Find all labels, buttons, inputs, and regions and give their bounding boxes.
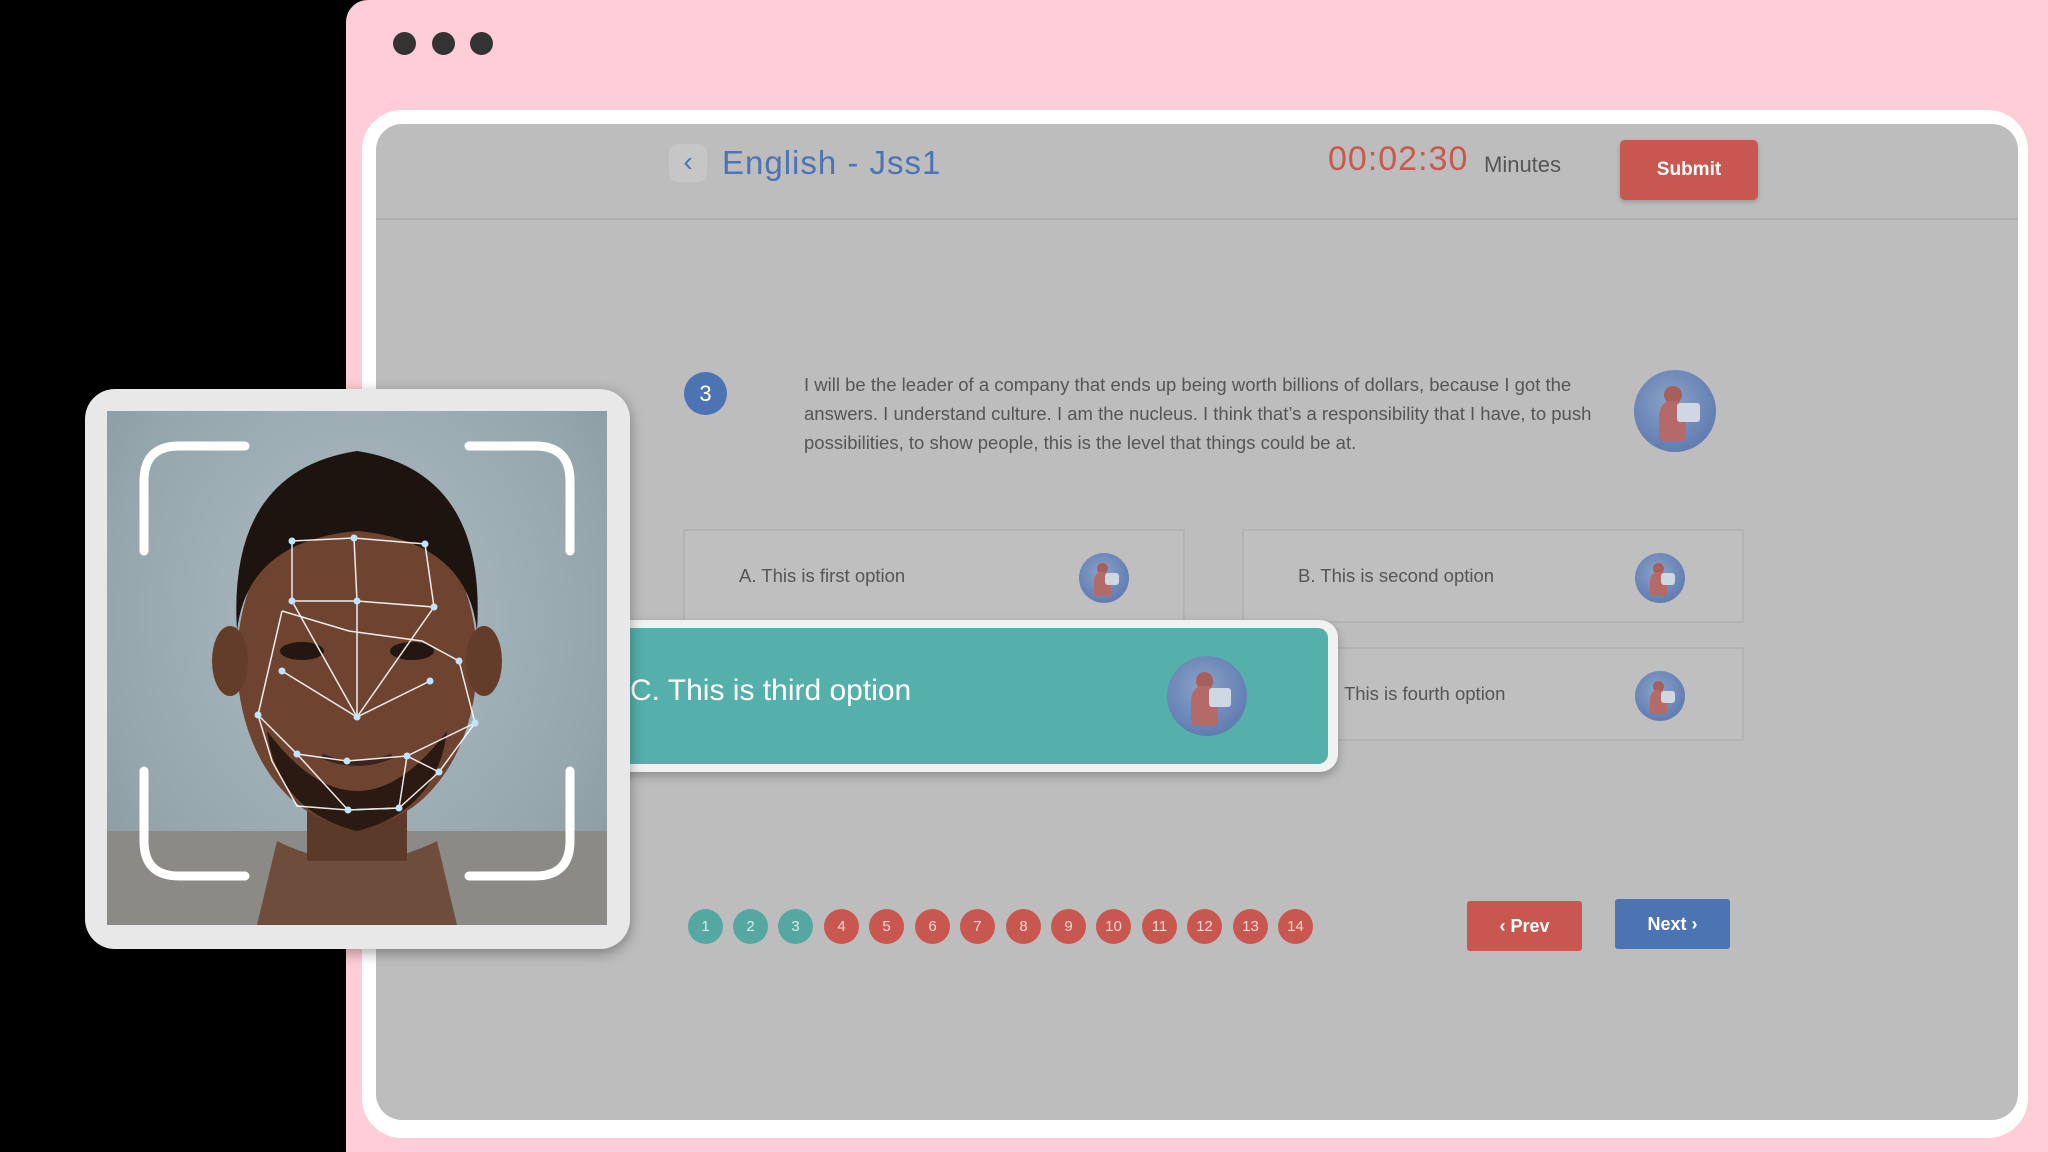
question-number-badge: 3 xyxy=(684,372,727,415)
face-scan-illustration xyxy=(107,441,607,925)
page-button-9[interactable]: 9 xyxy=(1051,909,1086,944)
page-button-13[interactable]: 13 xyxy=(1233,909,1268,944)
selected-option-label: C. This is third option xyxy=(630,674,912,707)
face-recognition-card xyxy=(85,389,630,949)
question-image xyxy=(1634,370,1716,452)
page-button-2[interactable]: 2 xyxy=(733,909,768,944)
prev-button[interactable]: ‹ Prev xyxy=(1467,901,1582,951)
option-d-label: . This is fourth option xyxy=(1334,683,1506,704)
window-dot-maximize[interactable] xyxy=(470,32,493,55)
chevron-left-icon[interactable]: ‹ xyxy=(669,144,707,182)
option-a[interactable]: A. This is first option xyxy=(683,529,1185,623)
page-button-6[interactable]: 6 xyxy=(915,909,950,944)
option-b-label: B. This is second option xyxy=(1298,565,1495,586)
page-button-14[interactable]: 14 xyxy=(1278,909,1313,944)
timer-unit-label: Minutes xyxy=(1484,152,1562,177)
selected-option-image xyxy=(1167,656,1247,736)
window-dot-minimize[interactable] xyxy=(432,32,455,55)
submit-button[interactable]: Submit xyxy=(1620,140,1758,200)
question-text: I will be the leader of a company that e… xyxy=(804,374,1592,453)
next-button[interactable]: Next › xyxy=(1615,899,1730,949)
countdown-timer: 00:02:30 xyxy=(1328,140,1469,178)
page-button-5[interactable]: 5 xyxy=(869,909,904,944)
page-button-10[interactable]: 10 xyxy=(1096,909,1131,944)
page-button-11[interactable]: 11 xyxy=(1142,909,1177,944)
page-button-7[interactable]: 7 xyxy=(960,909,995,944)
option-b-image xyxy=(1635,553,1685,603)
selected-option-c[interactable]: C. This is third option xyxy=(630,628,1328,764)
quiz-header: ‹ English - Jss1 00:02:30 Minutes Submit xyxy=(376,124,2018,220)
option-d-image xyxy=(1635,671,1685,721)
face-scan-photo xyxy=(107,411,607,925)
option-b[interactable]: B. This is second option xyxy=(1242,529,1744,623)
option-a-image xyxy=(1079,553,1129,603)
page-button-4[interactable]: 4 xyxy=(824,909,859,944)
page-title: English - Jss1 xyxy=(722,144,942,181)
selected-option-callout: C. This is third option xyxy=(620,620,1338,772)
option-a-label: A. This is first option xyxy=(739,565,906,586)
page-button-12[interactable]: 12 xyxy=(1187,909,1222,944)
page-button-3[interactable]: 3 xyxy=(778,909,813,944)
page-button-1[interactable]: 1 xyxy=(688,909,723,944)
page-button-8[interactable]: 8 xyxy=(1006,909,1041,944)
window-dot-close[interactable] xyxy=(393,32,416,55)
